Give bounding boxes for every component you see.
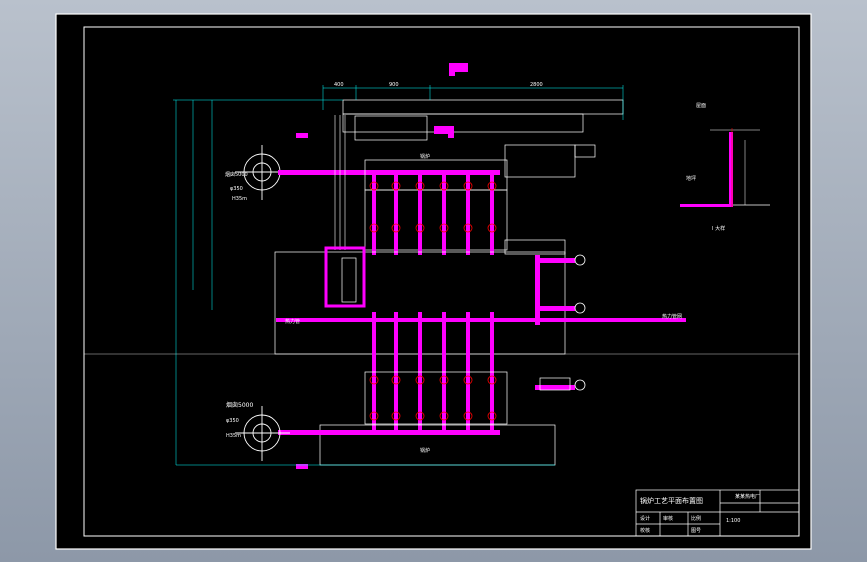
title-block-drawing-no: 图号 <box>691 528 701 534</box>
title-block-designer: 设计 <box>640 515 650 522</box>
chimney-bottom-h1: φ350 <box>226 418 239 424</box>
title-block-approver: 审核 <box>663 515 673 522</box>
main-pipe-right-label: 热力管网 <box>662 313 682 320</box>
dim-label-1: 400 <box>334 82 344 88</box>
detail-label-roof: 屋面 <box>696 103 706 109</box>
drawing-sheet <box>55 13 812 550</box>
marker-block-mid-leg <box>448 126 454 138</box>
main-pipe-left-label: 热力管 <box>285 318 300 325</box>
chimney-bottom-label: 烟囱5000 <box>226 401 253 409</box>
bottom-boiler-row-label: 锅炉 <box>420 447 430 454</box>
chimney-bottom-h2: H35m <box>226 433 241 439</box>
chimney-top-h2: H35m <box>232 196 247 202</box>
detail-caption: I 大样 <box>712 225 725 232</box>
marker-top-left <box>296 133 308 138</box>
dim-label-2: 900 <box>389 82 399 88</box>
title-block-checker: 校核 <box>640 527 650 534</box>
dim-label-3: 2800 <box>530 82 543 88</box>
cad-viewport: 400 900 2800 烟囱5000 φ350 H35m 锅炉 热力管 热力管… <box>0 0 867 562</box>
main-steam-pipe <box>276 318 686 322</box>
title-block-scale: 比例 <box>691 515 701 522</box>
detail-label-floor: 地坪 <box>686 175 696 182</box>
flue-header-top <box>278 170 500 175</box>
marker-block-top-leg <box>449 63 455 76</box>
title-block-sheet: 1:100 <box>726 518 740 524</box>
title-block-company: 某某热电厂 <box>735 493 760 500</box>
chimney-top-label: 烟囱5000 <box>225 171 248 178</box>
chimney-top-h1: φ350 <box>230 186 243 192</box>
flue-header-bottom <box>278 430 500 435</box>
title-block-main-title: 锅炉工艺平面布置图 <box>640 496 703 505</box>
cad-drawing: 400 900 2800 烟囱5000 φ350 H35m 锅炉 热力管 热力管… <box>55 13 812 550</box>
top-boiler-row-label: 锅炉 <box>420 153 430 160</box>
